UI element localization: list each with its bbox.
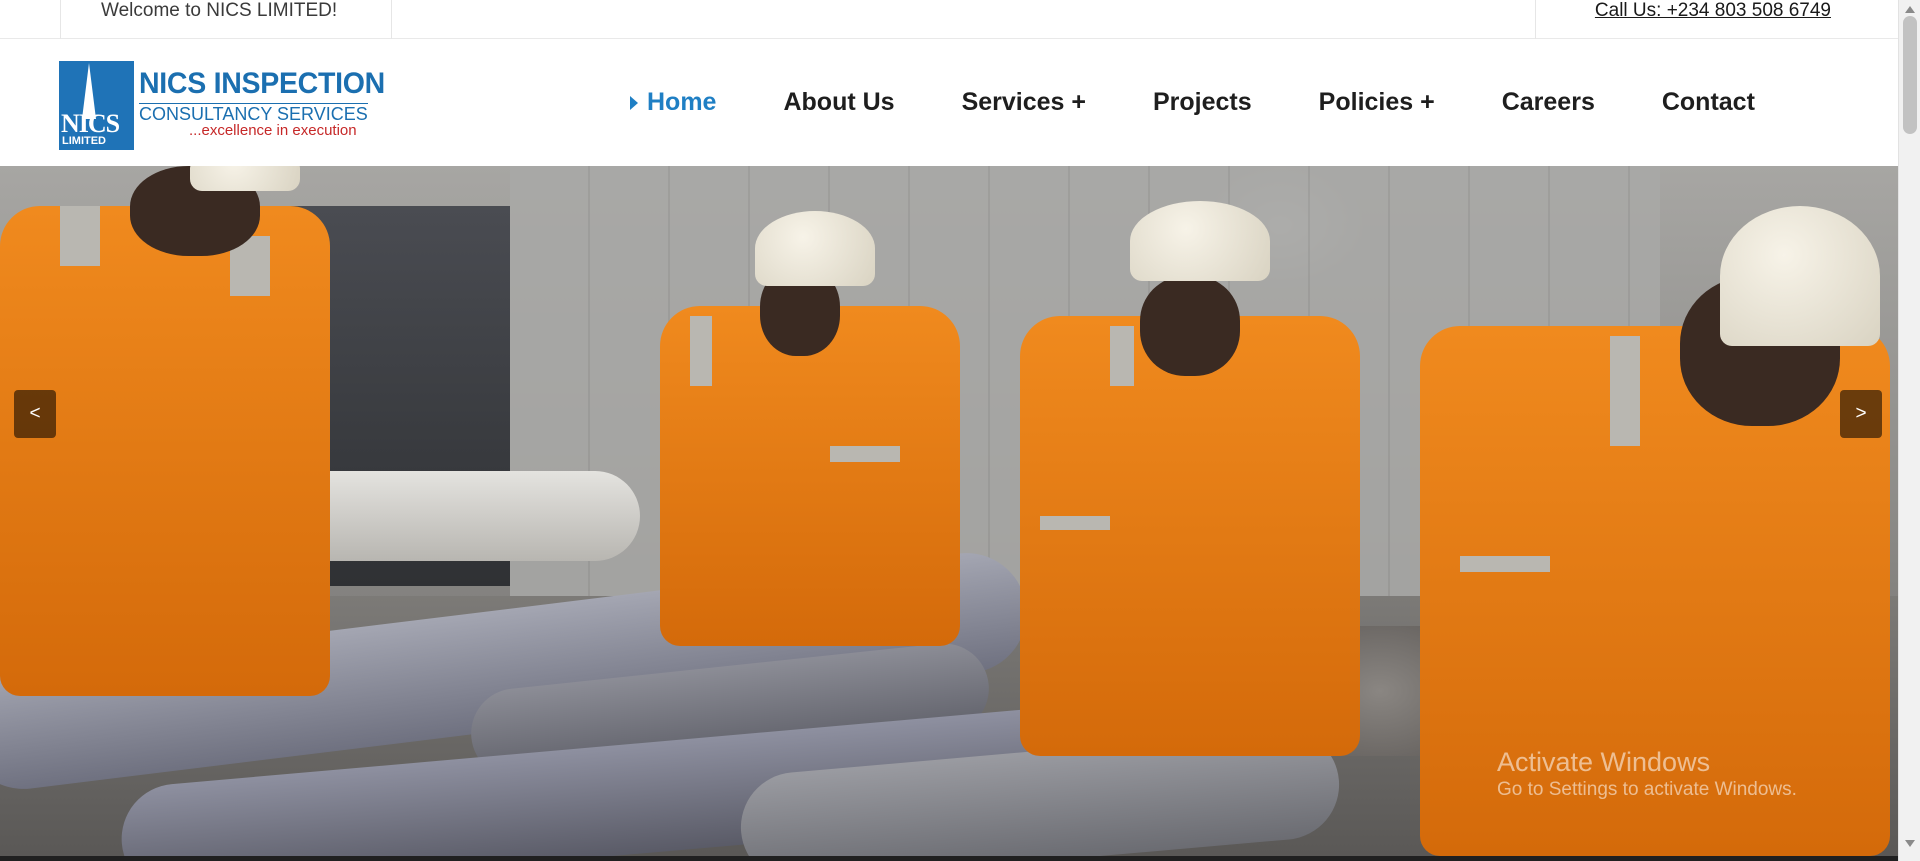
watermark-subtitle: Go to Settings to activate Windows. (1497, 779, 1797, 800)
nav-item-label: Home (647, 88, 717, 116)
hero-worker (650, 206, 980, 646)
nav-item-label: Services + (961, 88, 1086, 116)
nav-item-label: Projects (1153, 88, 1252, 116)
slider-next-button[interactable]: > (1840, 390, 1882, 438)
main-nav: Home About Us Services + Projects Polici… (630, 39, 1755, 166)
caret-right-icon (630, 95, 638, 110)
site-header: NICS LIMITED NICS INSPECTION CONSULTANCY… (0, 39, 1898, 166)
nav-item-services[interactable]: Services + (962, 88, 1086, 117)
page-viewport: Welcome to NICS LIMITED! Call Us: +234 8… (0, 0, 1898, 856)
logo-name: NICS INSPECTION (139, 67, 385, 100)
logo-mark: NICS LIMITED (59, 61, 134, 150)
slider-prev-button[interactable]: < (14, 390, 56, 438)
nav-item-careers[interactable]: Careers (1502, 88, 1595, 117)
phone-cell: Call Us: +234 803 508 6749 (1535, 0, 1875, 39)
hero-worker (1020, 196, 1370, 756)
company-logo[interactable]: NICS LIMITED NICS INSPECTION CONSULTANCY… (59, 61, 386, 151)
hero-slider: < > Activate Windows Go to Settings to a… (0, 166, 1898, 856)
nav-item-home[interactable]: Home (630, 88, 716, 117)
welcome-text: Welcome to NICS LIMITED! (101, 0, 338, 21)
nav-item-label: About Us (783, 88, 895, 116)
logo-tagline: ...excellence in execution (189, 122, 357, 139)
activate-windows-watermark: Activate Windows Go to Settings to activ… (1497, 746, 1797, 802)
nav-item-contact[interactable]: Contact (1662, 88, 1755, 117)
nav-item-policies[interactable]: Policies + (1319, 88, 1435, 117)
nav-item-label: Careers (1501, 88, 1595, 116)
nav-item-projects[interactable]: Projects (1153, 88, 1252, 117)
logo-mark-sub: LIMITED (62, 135, 106, 147)
welcome-cell: Welcome to NICS LIMITED! (60, 0, 392, 39)
nav-item-label: Contact (1661, 88, 1755, 116)
taskbar-edge (0, 856, 1898, 861)
logo-mark-text: NICS (61, 109, 120, 138)
scrollbar-thumb[interactable] (1903, 16, 1917, 134)
page-scrollbar[interactable] (1898, 0, 1920, 861)
nav-item-label: Policies + (1318, 88, 1435, 116)
scroll-down-icon[interactable] (1905, 840, 1915, 847)
logo-subtitle: CONSULTANCY SERVICES (139, 103, 368, 124)
hero-worker (0, 166, 330, 726)
top-bar: Welcome to NICS LIMITED! Call Us: +234 8… (0, 0, 1898, 39)
scroll-up-icon[interactable] (1905, 6, 1915, 13)
watermark-title: Activate Windows (1497, 747, 1711, 777)
call-us-link[interactable]: Call Us: +234 803 508 6749 (1595, 0, 1831, 22)
nav-item-about-us[interactable]: About Us (783, 88, 894, 117)
